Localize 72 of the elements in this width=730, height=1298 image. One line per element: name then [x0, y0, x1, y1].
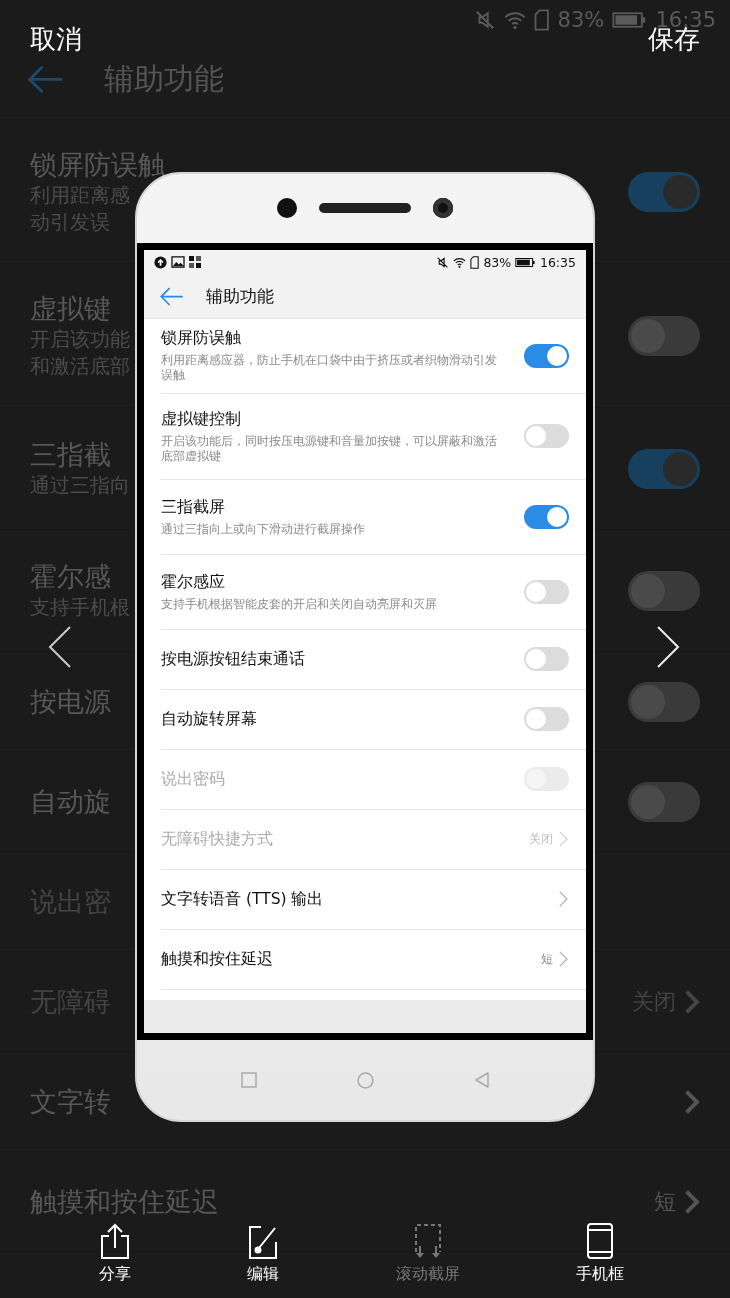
toggle-switch[interactable]	[628, 171, 700, 212]
back-arrow-icon[interactable]	[160, 286, 184, 306]
toolbar-button[interactable]: 分享	[99, 1222, 132, 1285]
grid-icon	[189, 256, 201, 269]
setting-value: 短	[541, 950, 554, 968]
toolbar-button[interactable]: 手机框	[575, 1222, 624, 1285]
chevron-right-icon[interactable]	[684, 1088, 700, 1115]
toggle-switch[interactable]	[524, 707, 569, 732]
setting-title: 说出密码	[161, 768, 225, 790]
setting-value: 关闭	[529, 830, 554, 848]
battery-percent: 83%	[483, 254, 512, 270]
setting-title: 触摸和按住延迟	[30, 1184, 219, 1219]
previous-arrow[interactable]	[48, 626, 72, 668]
setting-description: 支持手机根据智能皮套的开启和关闭自动亮屏和灭屏	[161, 596, 437, 612]
battery-icon	[515, 255, 536, 269]
toggle-switch[interactable]	[524, 504, 569, 529]
battery-icon	[612, 9, 648, 31]
setting-title: 文字转	[30, 1084, 111, 1119]
setting-title: 虚拟键控制	[161, 408, 242, 430]
cancel-button[interactable]: 取消	[30, 22, 82, 57]
toggle-switch[interactable]	[524, 424, 569, 449]
toggle-switch[interactable]	[524, 343, 569, 368]
setting-description: 利用距离感应器，防止手机在口袋中由于挤压或者织物滑动引发误触	[161, 353, 498, 384]
front-camera	[433, 198, 453, 219]
toggle-switch[interactable]	[524, 647, 569, 672]
home-icon[interactable]	[356, 1071, 374, 1089]
setting-title: 无障碍快捷方式	[161, 828, 273, 850]
chevron-right-icon[interactable]	[558, 950, 569, 969]
image-icon	[171, 256, 185, 269]
setting-title: 三指截	[30, 438, 112, 472]
toggle-switch[interactable]	[524, 579, 569, 604]
setting-title: 虚拟键	[30, 291, 112, 326]
toggle-switch[interactable]	[628, 570, 700, 611]
setting-title: 自动旋	[30, 784, 111, 819]
toggle-switch[interactable]	[628, 681, 700, 722]
setting-title: 按电源按钮结束通话	[161, 648, 305, 670]
setting-description: 通过三指向上或向下滑动进行截屏操作	[161, 521, 365, 537]
recent-apps-icon[interactable]	[240, 1072, 257, 1089]
setting-title: 按电源	[30, 684, 111, 719]
share-icon	[99, 1222, 132, 1260]
toggle-switch[interactable]	[628, 315, 700, 356]
setting-title: 锁屏防误触	[30, 147, 165, 182]
next-arrow[interactable]	[656, 626, 680, 668]
setting-description: 开启该功能后，同时按压电源键和音量加按键，可以屏蔽和激活底部虚拟键	[161, 433, 498, 464]
toolbar-button[interactable]: 编辑	[247, 1222, 280, 1285]
upload-icon	[154, 255, 167, 269]
mute-icon	[474, 9, 497, 31]
chevron-right-icon[interactable]	[684, 988, 700, 1015]
setting-title: 自动旋转屏幕	[161, 708, 257, 730]
sim-card-icon	[534, 9, 550, 31]
battery-percent: 83%	[557, 8, 605, 32]
mute-icon	[436, 255, 450, 269]
setting-title: 锁屏防误触	[161, 328, 242, 350]
back-arrow-icon[interactable]	[28, 65, 64, 94]
toggle-switch[interactable]	[628, 781, 700, 822]
setting-title: 触摸和按住延迟	[161, 948, 273, 970]
chevron-right-icon[interactable]	[558, 890, 569, 909]
status-time: 16:35	[539, 254, 576, 270]
sensor-dot	[277, 198, 297, 219]
back-icon[interactable]	[473, 1072, 490, 1089]
setting-value: 短	[654, 1187, 677, 1216]
setting-title: 霍尔感应	[161, 571, 226, 593]
page-title: 辅助功能	[206, 284, 274, 308]
sim-card-icon	[470, 255, 480, 269]
wifi-icon	[504, 9, 527, 31]
setting-title: 霍尔感	[30, 560, 112, 594]
chevron-right-icon[interactable]	[684, 1188, 700, 1215]
wifi-icon	[453, 255, 467, 269]
toggle-switch[interactable]	[628, 448, 700, 489]
setting-title: 文字转语音 (TTS) 输出	[161, 888, 324, 910]
page-title: 辅助功能	[104, 60, 224, 98]
setting-title: 三指截屏	[161, 496, 226, 518]
